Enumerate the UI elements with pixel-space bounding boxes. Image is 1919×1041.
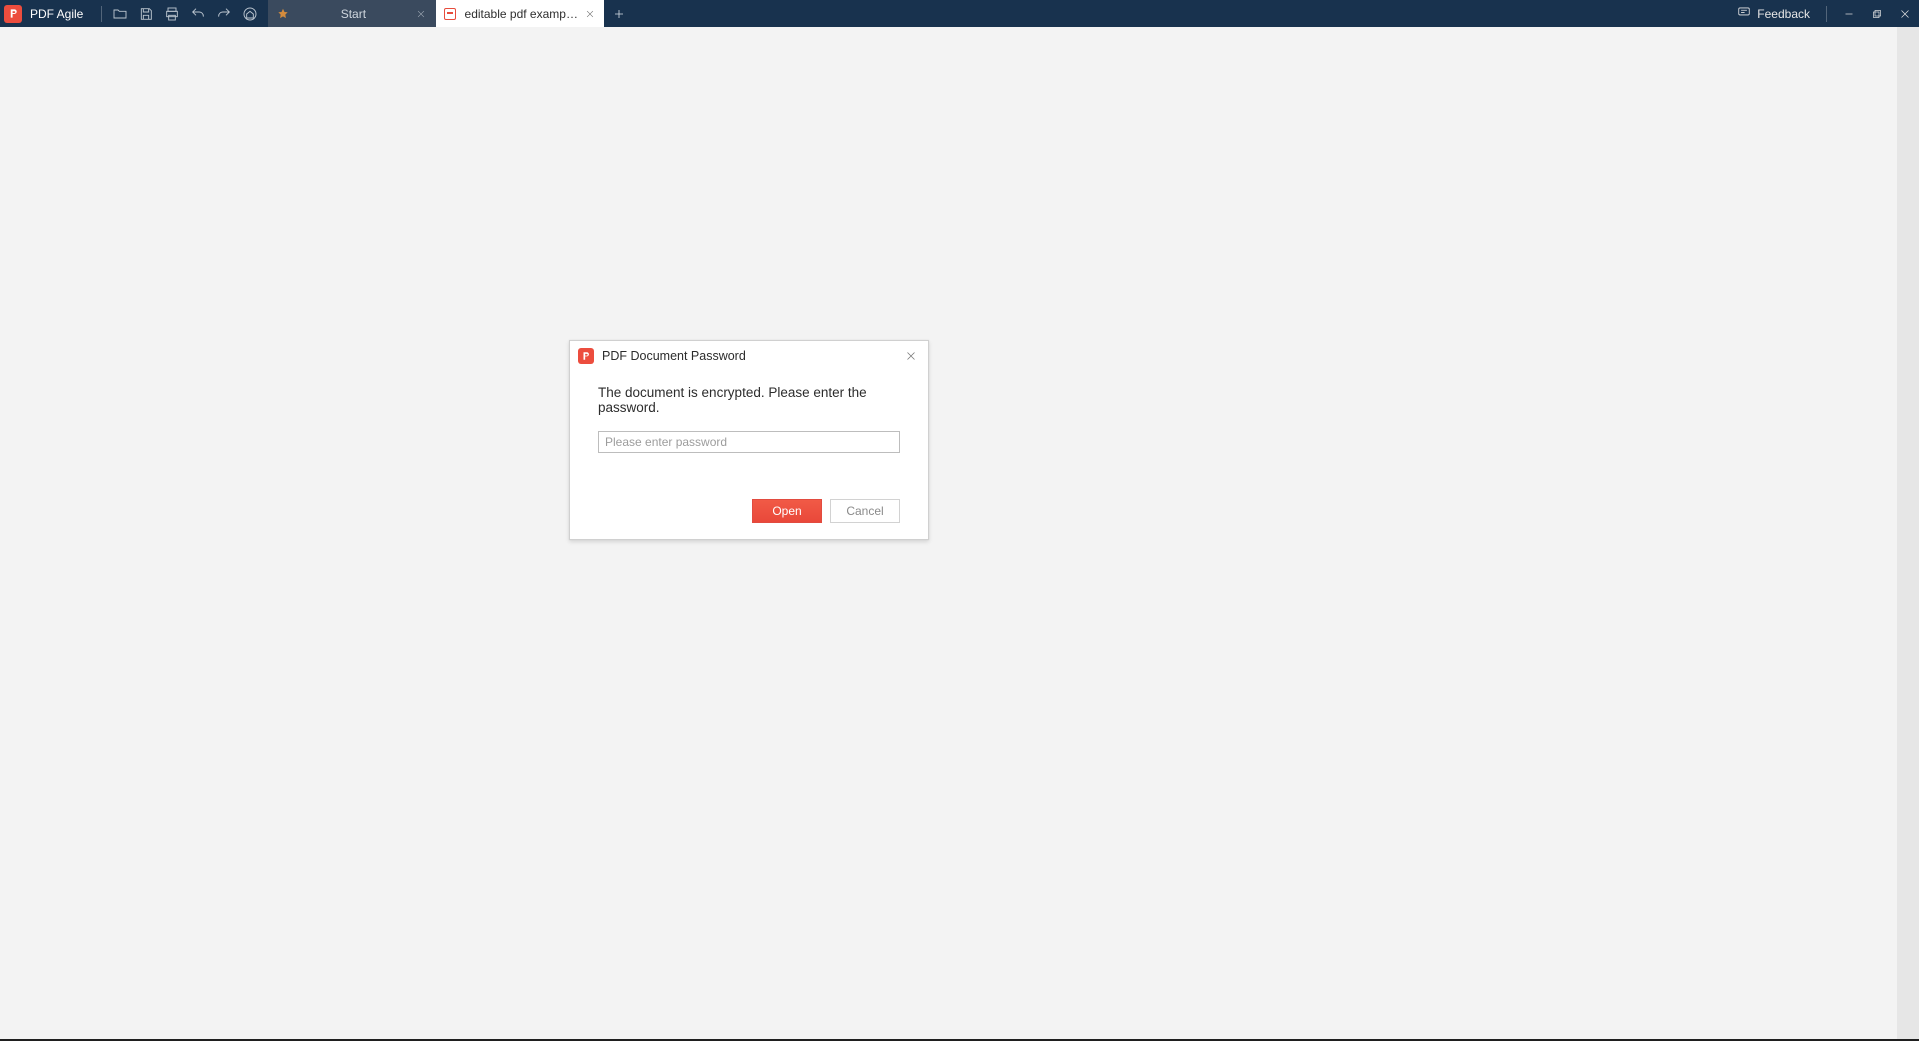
tab-strip: Start editable pdf example.pdf — [268, 0, 634, 27]
cancel-button[interactable]: Cancel — [830, 499, 900, 523]
dialog-message: The document is encrypted. Please enter … — [598, 385, 900, 415]
open-file-icon[interactable] — [112, 6, 128, 22]
dialog-close-button[interactable] — [902, 347, 920, 365]
dialog-footer: Open Cancel — [570, 459, 928, 539]
close-icon[interactable] — [414, 7, 428, 21]
print-icon[interactable] — [164, 6, 180, 22]
close-icon[interactable] — [584, 7, 596, 21]
password-dialog: PDF Document Password The document is en… — [569, 340, 929, 540]
pdf-icon — [444, 7, 456, 21]
scrollbar-rail — [1897, 27, 1919, 1041]
app-section: PDF Agile — [0, 0, 93, 27]
feedback-icon — [1737, 5, 1751, 22]
tab-document[interactable]: editable pdf example.pdf — [436, 0, 604, 27]
password-input[interactable] — [598, 431, 900, 453]
app-logo-icon — [4, 5, 22, 23]
tab-label: Start — [298, 7, 408, 21]
minimize-button[interactable] — [1835, 8, 1863, 20]
home-icon[interactable] — [242, 6, 258, 22]
window-controls — [1835, 8, 1919, 20]
dialog-header: PDF Document Password — [570, 341, 928, 371]
app-logo-icon — [578, 348, 594, 364]
save-icon[interactable] — [138, 6, 154, 22]
titlebar: PDF Agile Start — [0, 0, 1919, 27]
quick-access-toolbar — [110, 0, 264, 27]
document-viewport: PDF Document Password The document is en… — [0, 27, 1919, 1041]
feedback-button[interactable]: Feedback — [1729, 5, 1818, 22]
app-name: PDF Agile — [30, 7, 83, 21]
maximize-restore-button[interactable] — [1863, 8, 1891, 20]
feedback-label: Feedback — [1757, 7, 1810, 21]
undo-icon[interactable] — [190, 6, 206, 22]
new-tab-button[interactable] — [604, 0, 634, 27]
dialog-title: PDF Document Password — [602, 349, 746, 363]
tab-label: editable pdf example.pdf — [465, 7, 579, 21]
divider — [101, 6, 102, 22]
tab-start[interactable]: Start — [268, 0, 436, 27]
close-window-button[interactable] — [1891, 8, 1919, 20]
redo-icon[interactable] — [216, 6, 232, 22]
dialog-body: The document is encrypted. Please enter … — [570, 371, 928, 459]
star-icon — [276, 7, 290, 21]
open-button[interactable]: Open — [752, 499, 822, 523]
titlebar-right: Feedback — [1729, 0, 1919, 27]
divider — [1826, 6, 1827, 22]
